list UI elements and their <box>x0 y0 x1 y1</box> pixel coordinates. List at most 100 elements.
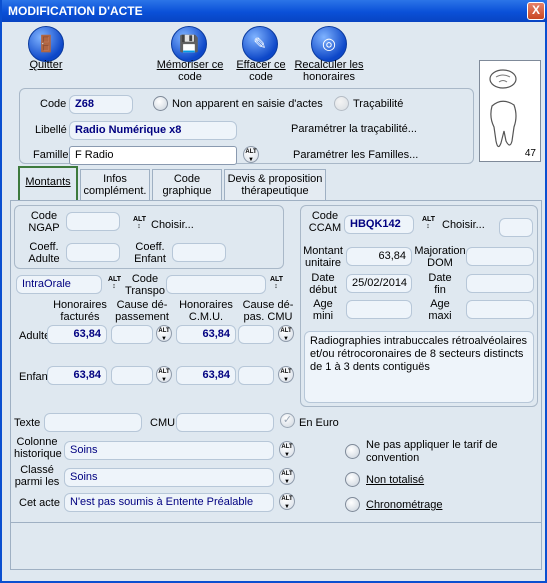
type-select[interactable]: IntraOrale <box>16 275 102 294</box>
cet-acte-label: Cet acte <box>19 497 60 509</box>
enfant-cause-dep-input[interactable] <box>111 366 153 385</box>
col-honoraires-factures: Honoraires facturés <box>53 299 107 323</box>
enfant-cmu-input[interactable]: 63,84 <box>176 366 236 385</box>
param-tracabilite-link[interactable]: Paramétrer la traçabilité... <box>291 123 417 135</box>
adulte-cause-dep-alt[interactable]: ALT ▼ <box>156 325 172 342</box>
famille-label: Famille <box>33 149 69 161</box>
param-familles-link[interactable]: Paramétrer les Familles... <box>293 149 418 161</box>
en-euro-checkbox[interactable]: ✓ <box>280 413 295 428</box>
ngap-choisir-link[interactable]: Choisir... <box>151 219 194 231</box>
code-input[interactable]: Z68 <box>69 95 133 114</box>
enfant-honoraires-input[interactable]: 63,84 <box>47 366 107 385</box>
classe-alt-button[interactable]: ALT ▼ <box>279 468 295 485</box>
famille-alt-button[interactable]: ALT ▼ <box>243 146 259 163</box>
memorize-button[interactable]: Mémoriser ce code <box>147 59 233 83</box>
ccam-alt-icon[interactable]: ALT ↕ <box>422 216 435 230</box>
code-label: Code <box>40 98 67 110</box>
quit-button[interactable]: Quitter <box>12 59 80 71</box>
recalc-button[interactable]: Recalculer les honoraires <box>290 59 368 83</box>
enfant-cause-cmu-alt[interactable]: ALT ▼ <box>278 366 294 383</box>
classe-parmi-label: Classé parmi les <box>14 464 60 488</box>
enfant-cause-dep-alt[interactable]: ALT ▼ <box>156 366 172 383</box>
adulte-cause-cmu-input[interactable] <box>238 325 274 344</box>
floppy-disk-icon[interactable]: 💾 <box>171 26 207 62</box>
adulte-label: Adulte <box>19 330 51 342</box>
ccam-extra-input[interactable] <box>499 218 533 237</box>
colonne-historique-label: Colonne historique <box>14 436 62 460</box>
texte-label: Texte <box>14 417 41 429</box>
chronometrage-radio[interactable] <box>345 497 360 512</box>
classe-parmi-select[interactable]: Soins <box>64 468 274 487</box>
libelle-label: Libellé <box>35 124 67 136</box>
tab-devis-proposition[interactable]: Devis & proposition thérapeutique <box>224 169 326 201</box>
code-transpo-input[interactable] <box>166 275 266 294</box>
age-maxi-input[interactable] <box>466 300 534 319</box>
title-bar[interactable]: MODIFICATION D'ACTE X <box>2 0 547 22</box>
type-alt-icon[interactable]: ALT ↕ <box>108 276 121 290</box>
code-ccam-input[interactable]: HBQK142 <box>344 215 414 234</box>
ngap-alt-icon[interactable]: ALT ↕ <box>133 216 146 230</box>
non-totalise-label: Non totalisé <box>366 474 425 486</box>
code-ngap-input[interactable] <box>66 212 120 231</box>
code-transpo-label: Code Transpo <box>125 273 165 297</box>
adulte-cmu-input[interactable]: 63,84 <box>176 325 236 344</box>
cmu-input[interactable] <box>176 413 274 432</box>
ccam-choisir-link[interactable]: Choisir... <box>442 219 485 231</box>
majoration-dom-label: Majoration DOM <box>414 245 466 269</box>
non-totalise-radio[interactable] <box>345 472 360 487</box>
door-exit-icon[interactable]: 🚪 <box>28 26 64 62</box>
dialog-window: MODIFICATION D'ACTE X 🚪 Quitter 💾 Mémori… <box>0 0 547 583</box>
window-title: MODIFICATION D'ACTE <box>8 4 143 18</box>
non-apparent-label: Non apparent en saisie d'actes <box>172 98 323 110</box>
majoration-dom-input[interactable] <box>466 247 534 266</box>
texte-input[interactable] <box>44 413 142 432</box>
tab-code-graphique[interactable]: Code graphique <box>152 169 222 201</box>
chronometrage-label: Chronométrage <box>366 499 443 511</box>
tooth-icon <box>489 69 517 148</box>
coeff-enfant-input[interactable] <box>172 243 226 262</box>
libelle-input[interactable]: Radio Numérique x8 <box>69 121 237 140</box>
age-mini-input[interactable] <box>346 300 412 319</box>
adulte-honoraires-input[interactable]: 63,84 <box>47 325 107 344</box>
code-ngap-label: Code NGAP <box>28 210 60 234</box>
life-ring-icon[interactable]: ◎ <box>311 26 347 62</box>
tab-infos-complement[interactable]: Infos complément. <box>80 169 150 201</box>
status-area <box>10 522 542 566</box>
tracabilite-radio[interactable] <box>334 96 349 111</box>
en-euro-label: En Euro <box>299 417 339 429</box>
date-debut-label: Date début <box>309 272 337 296</box>
erase-button[interactable]: Effacer ce code <box>230 59 292 83</box>
age-mini-label: Age mini <box>312 298 334 322</box>
transpo-alt-icon[interactable]: ALT ↕ <box>270 276 283 290</box>
date-debut-input[interactable]: 25/02/2014 <box>346 274 412 293</box>
cet-acte-select[interactable]: N'est pas soumis à Entente Préalable <box>64 493 274 512</box>
enfant-cause-cmu-input[interactable] <box>238 366 274 385</box>
cet-acte-alt-button[interactable]: ALT ▼ <box>279 493 295 510</box>
tracabilite-label: Traçabilité <box>353 98 404 110</box>
colonne-historique-select[interactable]: Soins <box>64 441 274 460</box>
montant-unitaire-input[interactable]: 63,84 <box>346 247 412 266</box>
famille-input[interactable]: F Radio <box>69 146 237 165</box>
adulte-cause-dep-input[interactable] <box>111 325 153 344</box>
cmu-label: CMU <box>150 417 176 429</box>
montant-unitaire-label: Montant unitaire <box>303 245 343 269</box>
col-cause-depassement: Cause dé-passement <box>115 299 169 323</box>
coeff-adulte-input[interactable] <box>66 243 120 262</box>
col-cause-depas-cmu: Cause dé-pas. CMU <box>242 299 294 323</box>
code-ccam-label: Code CCAM <box>308 210 342 234</box>
tooth-number: 47 <box>524 148 536 159</box>
tab-montants[interactable]: Montants <box>18 166 78 200</box>
eraser-icon[interactable]: ✎ <box>242 26 278 62</box>
ne-pas-appliquer-radio[interactable] <box>345 444 360 459</box>
adulte-cause-cmu-alt[interactable]: ALT ▼ <box>278 325 294 342</box>
age-maxi-label: Age maxi <box>428 298 452 322</box>
non-apparent-radio[interactable] <box>153 96 168 111</box>
ccam-description[interactable]: Radiographies intrabuccales rétroalvéola… <box>304 331 534 403</box>
col-honoraires-cmu: Honoraires C.M.U. <box>179 299 233 323</box>
colonne-alt-button[interactable]: ALT ▼ <box>279 441 295 458</box>
close-button[interactable]: X <box>527 2 545 20</box>
tooth-panel[interactable]: 47 <box>479 60 541 162</box>
coeff-adulte-label: Coeff. Adulte <box>28 241 60 265</box>
ne-pas-appliquer-label: Ne pas appliquer le tarif de convention <box>366 439 498 464</box>
date-fin-input[interactable] <box>466 274 534 293</box>
